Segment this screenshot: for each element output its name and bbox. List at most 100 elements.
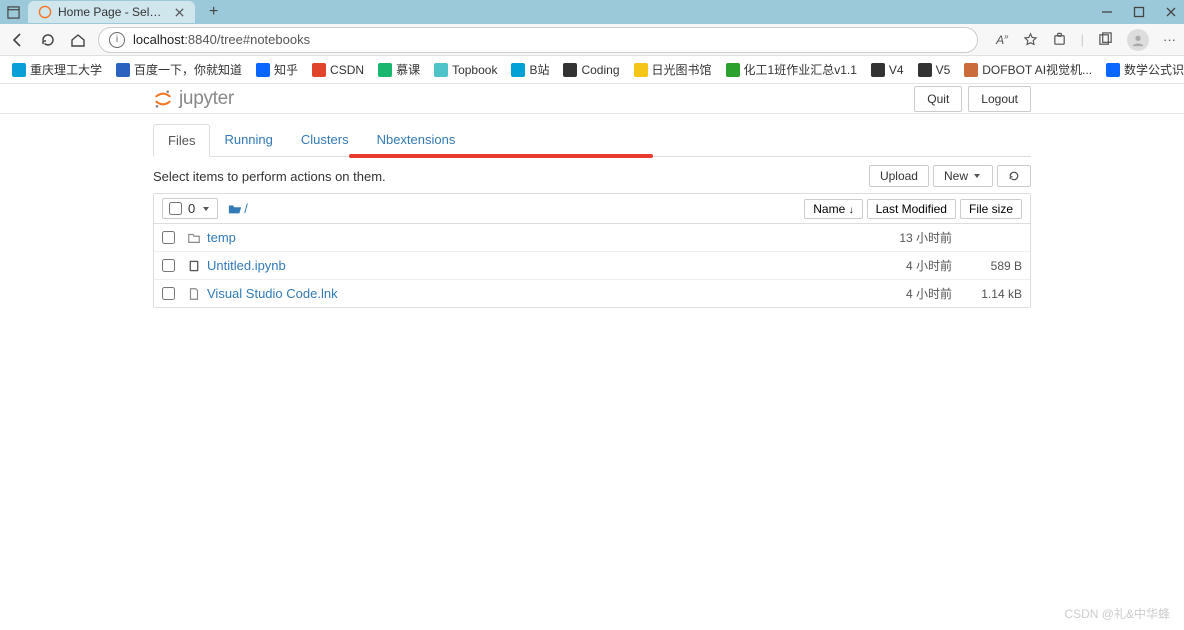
url-text: localhost:8840/tree#notebooks bbox=[133, 32, 310, 47]
bookmarks-bar: 重庆理工大学 百度一下，你就知道 知乎 CSDN 慕课 Topbook B站 Coding 日光… bbox=[0, 56, 1184, 84]
breadcrumb[interactable]: / bbox=[228, 201, 248, 216]
home-button[interactable] bbox=[68, 30, 88, 50]
quit-button[interactable]: Quit bbox=[914, 86, 962, 112]
tab-nbextensions[interactable]: Nbextensions bbox=[363, 124, 470, 156]
row-modified: 13 小时前 bbox=[852, 229, 952, 246]
row-name[interactable]: temp bbox=[207, 230, 236, 245]
file-icon bbox=[187, 287, 201, 301]
row-checkbox[interactable] bbox=[162, 287, 175, 300]
bookmark-item[interactable]: V5 bbox=[918, 63, 951, 77]
new-button[interactable]: New bbox=[933, 165, 993, 187]
bookmark-favicon bbox=[726, 63, 740, 77]
selected-count: 0 bbox=[188, 201, 195, 216]
bookmark-item[interactable]: 慕课 bbox=[378, 61, 420, 78]
tabs-overview-icon[interactable] bbox=[6, 5, 20, 19]
collections-icon[interactable] bbox=[1098, 32, 1113, 47]
new-tab-button[interactable]: + bbox=[209, 3, 218, 21]
select-all-checkbox[interactable] bbox=[169, 202, 182, 215]
refresh-button[interactable] bbox=[38, 30, 58, 50]
folder-open-icon bbox=[228, 202, 242, 216]
extensions-icon[interactable] bbox=[1052, 32, 1067, 47]
address-bar[interactable]: i localhost:8840/tree#notebooks bbox=[98, 27, 978, 53]
favorite-icon[interactable] bbox=[1023, 32, 1038, 47]
close-icon[interactable] bbox=[174, 7, 185, 18]
bookmark-item[interactable]: DOFBOT AI视觉机... bbox=[964, 61, 1092, 78]
list-item: Untitled.ipynb 4 小时前 589 B bbox=[154, 252, 1030, 280]
bookmark-label: CSDN bbox=[330, 63, 364, 77]
jupyter-name: jupyter bbox=[179, 88, 234, 110]
tab-title: Home Page - Select or create a n bbox=[58, 5, 168, 19]
browser-tab[interactable]: Home Page - Select or create a n bbox=[28, 1, 195, 23]
folder-icon bbox=[187, 231, 201, 245]
close-window-icon[interactable] bbox=[1164, 5, 1178, 19]
bookmark-label: V5 bbox=[936, 63, 951, 77]
bookmark-label: Coding bbox=[581, 63, 619, 77]
bookmark-label: B站 bbox=[529, 61, 549, 78]
row-size: 1.14 kB bbox=[952, 287, 1022, 301]
bookmark-favicon bbox=[434, 63, 448, 77]
bookmark-item[interactable]: B站 bbox=[511, 61, 549, 78]
row-name[interactable]: Visual Studio Code.lnk bbox=[207, 286, 338, 301]
row-checkbox[interactable] bbox=[162, 259, 175, 272]
row-checkbox[interactable] bbox=[162, 231, 175, 244]
bookmark-item[interactable]: 化工1班作业汇总v1.1 bbox=[726, 61, 857, 78]
upload-button[interactable]: Upload bbox=[869, 165, 929, 187]
sort-modified-button[interactable]: Last Modified bbox=[867, 199, 956, 219]
jupyter-icon bbox=[153, 89, 173, 109]
refresh-list-button[interactable] bbox=[997, 165, 1031, 187]
jupyter-logo[interactable]: jupyter bbox=[153, 88, 234, 110]
watermark: CSDN @礼&中华蜂 bbox=[1064, 605, 1170, 622]
bookmark-label: 数学公式识别神器... bbox=[1124, 61, 1184, 78]
row-size: 589 B bbox=[952, 259, 1022, 273]
bookmark-favicon bbox=[378, 63, 392, 77]
more-menu-icon[interactable]: ··· bbox=[1163, 32, 1176, 47]
bookmark-item[interactable]: 数学公式识别神器... bbox=[1106, 61, 1184, 78]
read-aloud-icon[interactable]: A» bbox=[996, 32, 1008, 47]
chevron-down-icon[interactable] bbox=[201, 204, 211, 214]
bookmark-item[interactable]: 日光图书馆 bbox=[634, 61, 712, 78]
bookmark-favicon bbox=[256, 63, 270, 77]
bookmark-item[interactable]: 百度一下，你就知道 bbox=[116, 61, 242, 78]
bookmark-label: Topbook bbox=[452, 63, 497, 77]
row-name[interactable]: Untitled.ipynb bbox=[207, 258, 286, 273]
profile-avatar[interactable] bbox=[1127, 29, 1149, 51]
select-all-group[interactable]: 0 bbox=[162, 198, 218, 219]
tab-running[interactable]: Running bbox=[210, 124, 286, 156]
sort-size-button[interactable]: File size bbox=[960, 199, 1022, 219]
minimize-icon[interactable] bbox=[1100, 5, 1114, 19]
bookmark-label: DOFBOT AI视觉机... bbox=[982, 61, 1092, 78]
logout-button[interactable]: Logout bbox=[968, 86, 1031, 112]
bookmark-label: 百度一下，你就知道 bbox=[134, 61, 242, 78]
bookmark-item[interactable]: 知乎 bbox=[256, 61, 298, 78]
bookmark-label: 慕课 bbox=[396, 61, 420, 78]
bookmark-item[interactable]: Topbook bbox=[434, 63, 497, 77]
sort-name-button[interactable]: Name ↓ bbox=[804, 199, 862, 219]
annotation-line bbox=[349, 154, 653, 158]
tab-clusters[interactable]: Clusters bbox=[287, 124, 363, 156]
list-item: temp 13 小时前 bbox=[154, 224, 1030, 252]
tab-files[interactable]: Files bbox=[153, 124, 210, 157]
bookmark-item[interactable]: V4 bbox=[871, 63, 904, 77]
notebook-icon bbox=[187, 259, 201, 273]
maximize-icon[interactable] bbox=[1132, 5, 1146, 19]
bookmark-favicon bbox=[511, 63, 525, 77]
bookmark-label: 知乎 bbox=[274, 61, 298, 78]
file-list: 0 / Name ↓ Last Modified File size temp … bbox=[153, 193, 1031, 308]
bookmark-item[interactable]: CSDN bbox=[312, 63, 364, 77]
browser-toolbar: i localhost:8840/tree#notebooks A» | ··· bbox=[0, 24, 1184, 56]
bookmark-favicon bbox=[634, 63, 648, 77]
bookmark-label: V4 bbox=[889, 63, 904, 77]
bookmark-item[interactable]: 重庆理工大学 bbox=[12, 61, 102, 78]
jupyter-header: jupyter Quit Logout bbox=[0, 84, 1184, 114]
bookmark-label: 重庆理工大学 bbox=[30, 61, 102, 78]
window-titlebar: Home Page - Select or create a n + bbox=[0, 0, 1184, 24]
site-info-icon[interactable]: i bbox=[109, 32, 125, 48]
bookmark-favicon bbox=[871, 63, 885, 77]
jupyter-tabs: Files Running Clusters Nbextensions bbox=[153, 124, 1031, 157]
back-button[interactable] bbox=[8, 30, 28, 50]
bookmark-favicon bbox=[964, 63, 978, 77]
bookmark-favicon bbox=[563, 63, 577, 77]
list-header: 0 / Name ↓ Last Modified File size bbox=[154, 194, 1030, 224]
bookmark-favicon bbox=[116, 63, 130, 77]
bookmark-item[interactable]: Coding bbox=[563, 63, 619, 77]
